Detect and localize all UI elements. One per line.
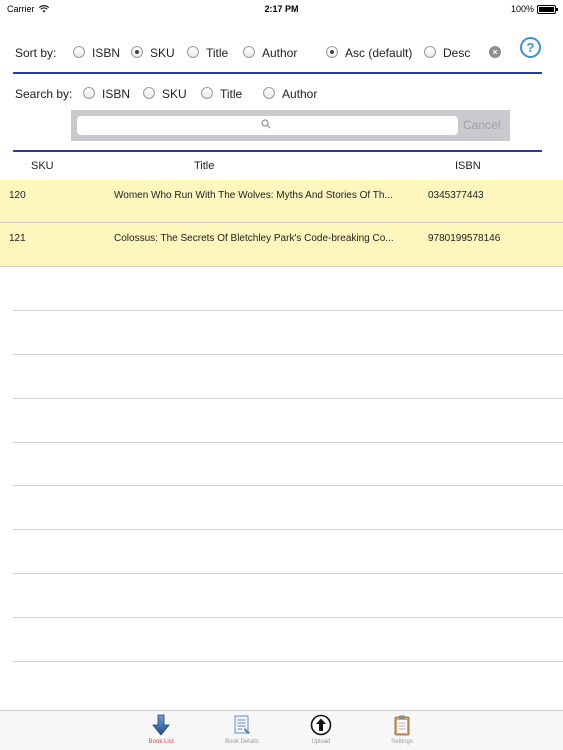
sort-sku-radio[interactable] — [131, 46, 143, 58]
search-author-radio[interactable] — [263, 87, 275, 99]
row-separator — [0, 266, 563, 267]
sort-title-radio[interactable] — [187, 46, 199, 58]
clear-icon[interactable]: × — [489, 46, 501, 58]
sort-label: Sort by: — [15, 46, 57, 60]
tab-upload[interactable]: Upload — [291, 714, 351, 745]
tab-settings-label: Settings — [391, 739, 413, 745]
table-row[interactable]: 121 Colossus: The Secrets Of Bletchley P… — [0, 223, 563, 267]
tab-upload-label: Upload — [311, 739, 331, 745]
search-sku-label[interactable]: SKU — [162, 87, 187, 101]
row-separator — [13, 661, 563, 662]
search-isbn-label[interactable]: ISBN — [102, 87, 130, 101]
tab-book-details-label: Book Details — [225, 739, 259, 745]
cell-isbn: 0345377443 — [428, 190, 484, 201]
tab-bar: Book List Book Details Upload Settings — [0, 710, 563, 750]
sort-desc-label[interactable]: Desc — [443, 46, 470, 60]
sort-asc-label[interactable]: Asc (default) — [345, 46, 412, 60]
cell-sku: 120 — [9, 190, 26, 201]
row-separator — [13, 398, 563, 399]
sort-title-label[interactable]: Title — [206, 46, 228, 60]
cell-title: Women Who Run With The Wolves: Myths And… — [114, 190, 393, 201]
search-author-label[interactable]: Author — [282, 87, 317, 101]
column-header-sku[interactable]: SKU — [31, 160, 54, 172]
search-isbn-radio[interactable] — [83, 87, 95, 99]
table-row[interactable]: 120 Women Who Run With The Wolves: Myths… — [0, 180, 563, 224]
tab-book-list[interactable]: Book List — [131, 714, 191, 745]
clock: 2:17 PM — [264, 4, 299, 14]
search-divider — [13, 150, 542, 152]
document-icon — [234, 715, 250, 734]
clipboard-icon — [394, 715, 410, 736]
search-field[interactable] — [77, 116, 458, 135]
search-bar: Cancel — [71, 110, 510, 141]
upload-arrow-icon — [310, 714, 332, 736]
search-title-radio[interactable] — [201, 87, 213, 99]
sort-isbn-radio[interactable] — [73, 46, 85, 58]
cell-title: Colossus: The Secrets Of Bletchley Park'… — [114, 233, 394, 244]
row-separator — [13, 442, 563, 443]
search-row: Search by: ISBN SKU Title Author — [0, 85, 563, 103]
download-arrow-icon — [152, 714, 170, 736]
column-header-title[interactable]: Title — [194, 160, 214, 172]
search-input[interactable] — [77, 116, 458, 135]
tab-book-list-label: Book List — [148, 739, 174, 745]
help-icon[interactable]: ? — [520, 37, 541, 58]
sort-author-radio[interactable] — [243, 46, 255, 58]
column-header-isbn[interactable]: ISBN — [455, 160, 481, 172]
row-separator — [13, 617, 563, 618]
row-separator — [13, 310, 563, 311]
cell-sku: 121 — [9, 233, 26, 244]
search-title-label[interactable]: Title — [220, 87, 242, 101]
sort-sku-label[interactable]: SKU — [150, 46, 175, 60]
row-separator — [13, 529, 563, 530]
search-cancel-button[interactable]: Cancel — [463, 118, 500, 132]
row-separator — [13, 354, 563, 355]
battery-icon — [537, 4, 558, 14]
sort-row: Sort by: ISBN SKU Title Author Asc (defa… — [0, 44, 563, 62]
search-label: Search by: — [15, 87, 73, 101]
tab-settings[interactable]: Settings — [372, 714, 432, 745]
sort-isbn-label[interactable]: ISBN — [92, 46, 120, 60]
sort-divider — [13, 72, 542, 74]
battery-group: 100% — [510, 4, 558, 14]
cell-isbn: 9780199578146 — [428, 233, 501, 244]
status-bar: Carrier 2:17 PM 100% — [0, 0, 563, 18]
tab-book-details[interactable]: Book Details — [212, 714, 272, 745]
row-separator — [13, 485, 563, 486]
sort-author-label[interactable]: Author — [262, 46, 297, 60]
sort-desc-radio[interactable] — [424, 46, 436, 58]
row-separator — [13, 573, 563, 574]
sort-asc-radio[interactable] — [326, 46, 338, 58]
search-sku-radio[interactable] — [143, 87, 155, 99]
battery-percent: 100% — [510, 4, 534, 14]
